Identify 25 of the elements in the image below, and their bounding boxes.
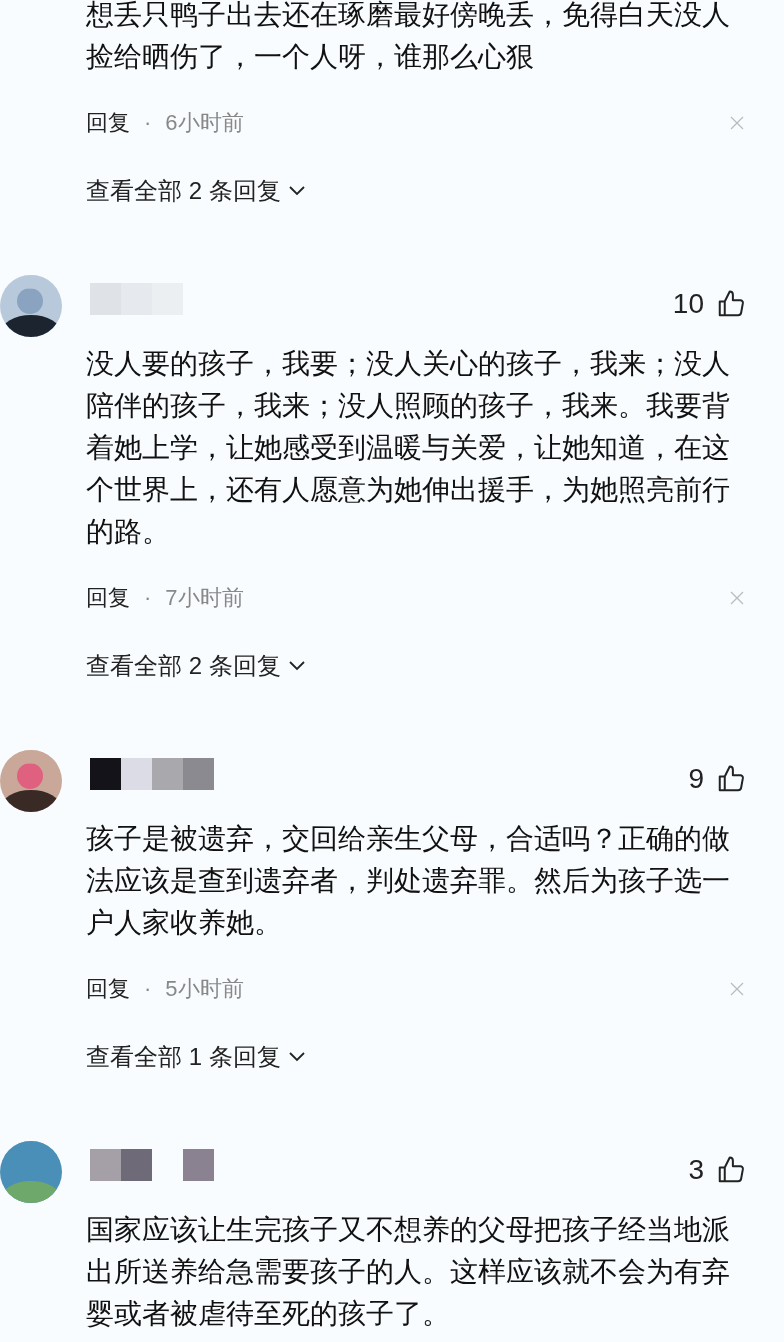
comment-text: 没人要的孩子，我要；没人关心的孩子，我来；没人陪伴的孩子，我来；没人照顾的孩子，我来。我要背着她上学，让她感受到温暖与关爱，让她知道，在这个世界上，还有人愿意为她伸出援手，为她照亮前行的路。 <box>86 347 731 549</box>
reply-button[interactable]: 回复 <box>86 972 130 1005</box>
comment-text: 想丢只鸭子出去还在琢磨最好傍晚丢，免得白天没人捡给晒伤了，一个人呀，谁那么心狠 <box>86 0 731 74</box>
view-replies-link[interactable]: 查看全部 2 条回复 <box>86 173 305 209</box>
comment-text: 国家应该让生完孩子又不想养的父母把孩子经当地派出所送养给急需要孩子的人。这样应该就不会为有弃婴或者被虐待至死的孩子了。 <box>86 1213 731 1331</box>
reply-button[interactable]: 回复 <box>86 106 130 139</box>
comment-text: 孩子是被遗弃，交回给亲生父母，合适吗？正确的做法应该是查到遗弃者，判处遗弃罪。然后为孩子选一户人家收养她。 <box>86 822 731 940</box>
view-replies-link[interactable]: 查看全部 1 条回复 <box>86 1039 305 1075</box>
thumbs-up-icon[interactable] <box>716 764 746 794</box>
separator-dot: · <box>144 975 152 1003</box>
thumbs-up-icon[interactable] <box>716 289 746 319</box>
separator-dot: · <box>144 584 152 612</box>
chevron-down-icon <box>288 186 305 196</box>
timestamp: 5小时前 <box>165 975 244 1003</box>
timestamp: 6小时前 <box>165 109 244 137</box>
thumbs-up-icon[interactable] <box>716 1155 746 1185</box>
view-replies-link[interactable]: 查看全部 2 条回复 <box>86 648 305 684</box>
separator-dot: · <box>144 109 152 137</box>
reply-button[interactable]: 回复 <box>86 581 130 614</box>
chevron-down-icon <box>288 1052 305 1062</box>
chevron-down-icon <box>288 661 305 671</box>
like-count: 3 <box>688 1153 704 1187</box>
like-count: 9 <box>688 762 704 796</box>
like-count: 10 <box>672 287 704 321</box>
timestamp: 7小时前 <box>165 584 244 612</box>
